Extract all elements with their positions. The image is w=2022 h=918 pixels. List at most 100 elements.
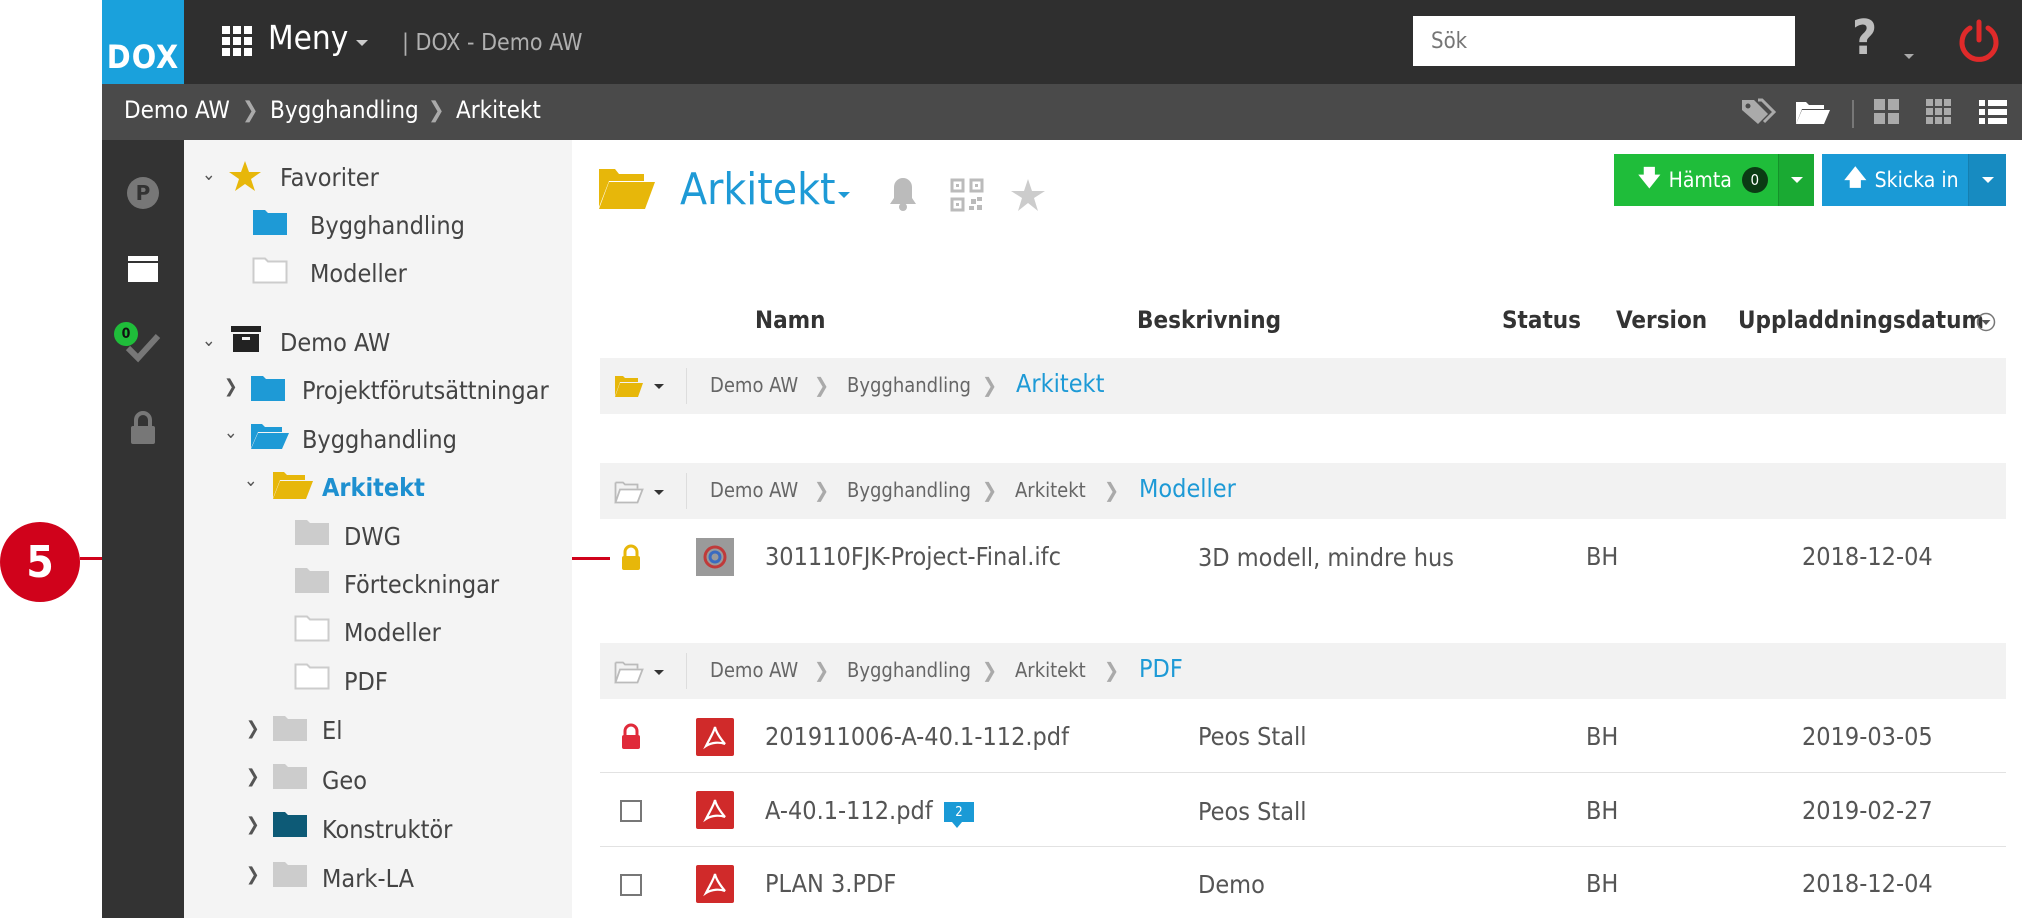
title-caret-icon[interactable] — [838, 192, 850, 198]
group-caret-icon[interactable] — [654, 384, 664, 389]
tasks-badge: 0 — [114, 322, 138, 346]
group-divider — [686, 473, 687, 509]
chevron-right-icon[interactable]: ❯ — [246, 864, 260, 885]
group-crumb[interactable]: Arkitekt — [1015, 658, 1086, 682]
archive-icon[interactable] — [126, 254, 160, 284]
hamta-button[interactable]: 🡇 Hämta 0 — [1614, 154, 1778, 206]
chevron-down-icon[interactable]: ⌄ — [202, 164, 216, 185]
menu-button[interactable]: Meny — [268, 18, 348, 57]
chevron-down-icon[interactable]: ⌄ — [224, 422, 238, 443]
breadcrumb-item-demo-aw[interactable]: Demo AW — [124, 96, 230, 124]
skicka-in-button[interactable]: 🡅 Skicka in — [1822, 154, 1968, 206]
help-caret-icon[interactable] — [1904, 54, 1914, 59]
hamta-dropdown-button[interactable] — [1778, 154, 1814, 206]
tree-item-demo-aw[interactable]: Demo AW — [280, 328, 390, 357]
column-header-namn[interactable]: Namn — [755, 306, 826, 334]
row-divider — [600, 772, 2006, 773]
column-header-status[interactable]: Status — [1502, 306, 1581, 334]
tree-item-arkitekt[interactable]: Arkitekt — [322, 473, 425, 502]
group-crumb[interactable]: Bygghandling — [847, 373, 971, 397]
tree-item-forteckningar[interactable]: Förteckningar — [344, 570, 499, 599]
group-crumb[interactable]: Demo AW — [710, 658, 798, 682]
group-crumb-active[interactable]: Arkitekt — [1016, 369, 1104, 398]
folder-empty-icon — [252, 257, 288, 284]
file-date: 2018-12-04 — [1802, 869, 1933, 898]
chevron-down-icon[interactable]: ⌄ — [202, 330, 216, 351]
sort-caret-icon[interactable] — [1976, 312, 1996, 332]
folder-open-yellow-icon[interactable] — [614, 374, 644, 398]
file-name[interactable]: A-40.1-112.pdf — [765, 796, 933, 825]
folder-open-yellow-icon — [273, 472, 313, 499]
chevron-right-icon[interactable]: ❯ — [246, 718, 260, 739]
column-header-beskrivning[interactable]: Beskrivning — [1137, 306, 1281, 334]
folder-open-icon[interactable] — [1794, 96, 1832, 128]
group-crumb[interactable]: Arkitekt — [1015, 478, 1086, 502]
tree-item-mark-la[interactable]: Mark-LA — [322, 864, 414, 893]
folder-open-outline-icon[interactable] — [614, 660, 644, 684]
column-header-version[interactable]: Version — [1616, 306, 1707, 334]
tree-item-dwg[interactable]: DWG — [344, 522, 401, 551]
group-crumb-active[interactable]: Modeller — [1139, 474, 1236, 503]
group-crumb[interactable]: Bygghandling — [847, 658, 971, 682]
group-crumb[interactable]: Bygghandling — [847, 478, 971, 502]
chevron-right-icon[interactable]: ❯ — [224, 376, 238, 397]
tree-item-geo[interactable]: Geo — [322, 766, 367, 795]
column-header-uppladdningsdatum[interactable]: Uppladdningsdatum — [1738, 306, 1984, 334]
tree-item-el[interactable]: El — [322, 716, 342, 745]
menu-grid-icon[interactable] — [222, 26, 252, 56]
file-description: Peos Stall — [1198, 797, 1307, 826]
chevron-right-icon[interactable]: ❯ — [246, 766, 260, 787]
list-view-icon[interactable] — [1978, 96, 2008, 128]
file-name[interactable]: 301110FJK-Project-Final.ifc — [765, 542, 1061, 571]
menu-caret-icon[interactable] — [356, 40, 368, 46]
tags-icon[interactable] — [1740, 96, 1776, 128]
tree-item-projektforutsattningar[interactable]: Projektförutsättningar — [302, 376, 549, 405]
group-crumb-active[interactable]: PDF — [1139, 654, 1183, 683]
group-divider — [686, 653, 687, 689]
lock-icon[interactable] — [128, 410, 158, 446]
toolbar-divider — [1852, 100, 1854, 128]
tree-item-bygghandling[interactable]: Bygghandling — [302, 425, 457, 454]
skicka-in-label: Skicka in — [1874, 168, 1959, 192]
file-status: BH — [1586, 796, 1619, 825]
tree-item-fav-modeller[interactable]: Modeller — [310, 259, 407, 288]
tree-item-konstruktor[interactable]: Konstruktör — [322, 815, 452, 844]
chevron-down-icon[interactable]: ⌄ — [244, 470, 258, 491]
row-checkbox[interactable] — [620, 800, 642, 822]
small-grid-icon[interactable] — [1925, 96, 1953, 128]
qr-code-icon[interactable] — [950, 178, 984, 212]
comment-count-badge[interactable]: 2 — [944, 802, 974, 822]
file-name[interactable]: PLAN 3.PDF — [765, 869, 896, 898]
parking-icon[interactable]: P — [126, 176, 160, 210]
crumb-separator-icon: ❯ — [982, 478, 998, 502]
group-caret-icon[interactable] — [654, 670, 664, 675]
star-outline-icon[interactable] — [1010, 178, 1046, 212]
group-crumb[interactable]: Demo AW — [710, 373, 798, 397]
large-grid-icon[interactable] — [1873, 96, 1901, 128]
tree-item-modeller[interactable]: Modeller — [344, 618, 441, 647]
power-icon[interactable] — [1956, 18, 2002, 64]
breadcrumb-item-arkitekt[interactable]: Arkitekt — [456, 96, 541, 124]
crumb-separator-icon: ❯ — [982, 373, 998, 397]
search-input[interactable] — [1413, 16, 1795, 66]
hamta-count-badge: 0 — [1741, 167, 1768, 193]
tree-item-pdf[interactable]: PDF — [344, 667, 388, 696]
skicka-dropdown-button[interactable] — [1968, 154, 2006, 206]
tree-item-fav-bygghandling[interactable]: Bygghandling — [310, 211, 465, 240]
folder-grey-icon — [273, 764, 307, 789]
dox-logo[interactable]: DOX — [102, 0, 184, 84]
row-checkbox[interactable] — [620, 874, 642, 896]
file-name[interactable]: 201911006-A-40.1-112.pdf — [765, 722, 1069, 751]
chevron-right-icon[interactable]: ❯ — [246, 814, 260, 835]
tree-item-favoriter[interactable]: Favoriter — [280, 163, 379, 192]
help-icon[interactable]: ? — [1852, 10, 1877, 66]
file-description: 3D modell, mindre hus — [1198, 543, 1454, 572]
lock-red-icon[interactable] — [620, 723, 642, 751]
group-crumb[interactable]: Demo AW — [710, 478, 798, 502]
breadcrumb-item-bygghandling[interactable]: Bygghandling — [270, 96, 419, 124]
folder-open-outline-icon[interactable] — [614, 480, 644, 504]
bell-icon[interactable] — [888, 176, 918, 212]
group-caret-icon[interactable] — [654, 490, 664, 495]
lock-open-yellow-icon[interactable] — [620, 544, 642, 572]
folder-grey-icon — [273, 716, 307, 741]
